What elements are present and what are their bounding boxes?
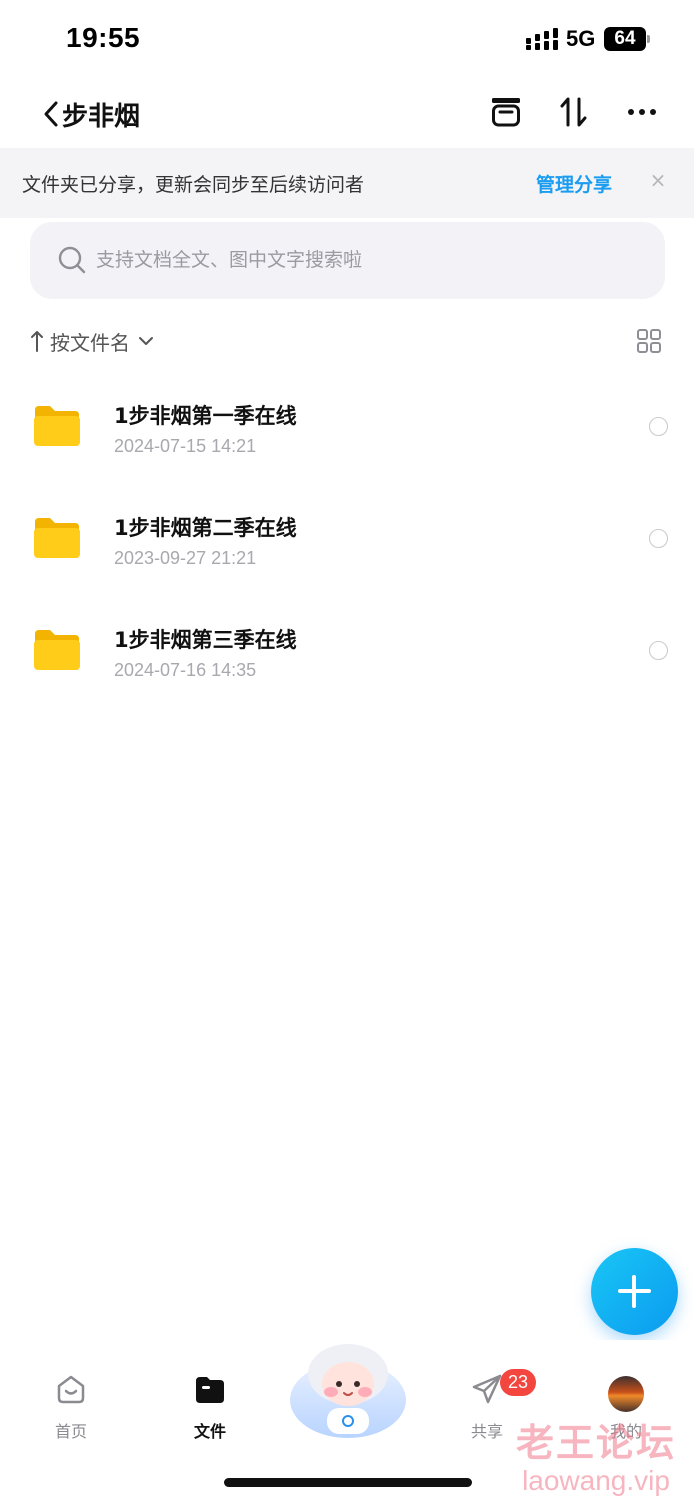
tab-home[interactable]: 首页 — [26, 1372, 116, 1452]
select-checkbox[interactable] — [649, 641, 668, 660]
manage-share-link[interactable]: 管理分享 — [536, 170, 612, 197]
file-date: 2024-07-16 14:35 — [114, 660, 257, 680]
file-name: 1步非烟第三季在线 — [114, 628, 297, 652]
battery-cap — [647, 35, 650, 43]
arrow-up-icon — [31, 331, 43, 352]
select-checkbox[interactable] — [649, 529, 668, 548]
sort-label: 按文件名 — [50, 330, 130, 355]
add-button[interactable] — [591, 1248, 678, 1335]
file-date: 2023-09-27 21:21 — [114, 548, 257, 568]
list-item[interactable]: 1步非烟第二季在线 2023-09-27 21:21 — [0, 482, 694, 594]
list-item[interactable]: 1步非烟第一季在线 2024-07-15 14:21 — [0, 370, 694, 482]
grid-view-icon[interactable] — [636, 328, 662, 354]
search-icon — [58, 246, 86, 274]
search-input[interactable] — [96, 240, 636, 280]
battery-icon: 64 — [604, 27, 646, 51]
paper-plane-icon — [472, 1374, 502, 1404]
status-bar: 19:55 5G 64 — [0, 0, 694, 80]
close-icon[interactable]: × — [646, 168, 670, 192]
transfer-button[interactable] — [554, 92, 594, 132]
tab-files[interactable]: 文件 — [165, 1372, 255, 1452]
network-type: 5G — [566, 26, 596, 51]
page-title: 步非烟 — [62, 101, 141, 132]
sort-selector[interactable]: 按文件名 — [30, 326, 154, 356]
tab-label: 首页 — [54, 1422, 87, 1441]
watermark-text: 老王论坛 — [515, 1421, 676, 1465]
watermark: 老王论坛 laowang.vip — [506, 1412, 686, 1497]
file-name: 1步非烟第二季在线 — [114, 516, 297, 540]
home-indicator[interactable] — [224, 1478, 472, 1487]
avatar[interactable] — [608, 1376, 644, 1412]
chevron-down-icon — [139, 337, 153, 345]
share-message: 文件夹已分享，更新会同步至后续访问者 — [22, 174, 365, 196]
signal-icon — [526, 28, 558, 50]
list-item[interactable]: 1步非烟第三季在线 2024-07-16 14:35 — [0, 594, 694, 706]
watermark-url: laowang.vip — [522, 1465, 670, 1496]
search-box[interactable] — [30, 222, 665, 299]
assistant-mascot-icon[interactable] — [289, 1340, 407, 1440]
home-icon — [57, 1375, 85, 1404]
chevron-left-icon — [44, 101, 58, 127]
notification-badge: 23 — [500, 1369, 536, 1396]
up-down-arrows-icon — [560, 97, 587, 127]
folder-icon — [34, 518, 80, 558]
file-name: 1步非烟第一季在线 — [114, 404, 297, 428]
more-button[interactable] — [622, 92, 662, 132]
share-banner: 文件夹已分享，更新会同步至后续访问者 管理分享 × — [0, 148, 694, 218]
nav-header: 步非烟 — [0, 80, 694, 146]
folder-icon — [196, 1377, 224, 1403]
folder-icon — [34, 630, 80, 670]
archive-button[interactable] — [486, 92, 526, 132]
back-button[interactable]: 步非烟 — [40, 94, 170, 134]
folder-icon — [34, 406, 80, 446]
archive-icon — [492, 98, 520, 127]
select-checkbox[interactable] — [649, 417, 668, 436]
plus-icon-vertical — [632, 1275, 636, 1308]
tab-label: 文件 — [193, 1422, 226, 1441]
more-icon — [628, 109, 656, 115]
status-time: 19:55 — [66, 22, 141, 53]
file-date: 2024-07-15 14:21 — [114, 436, 257, 456]
